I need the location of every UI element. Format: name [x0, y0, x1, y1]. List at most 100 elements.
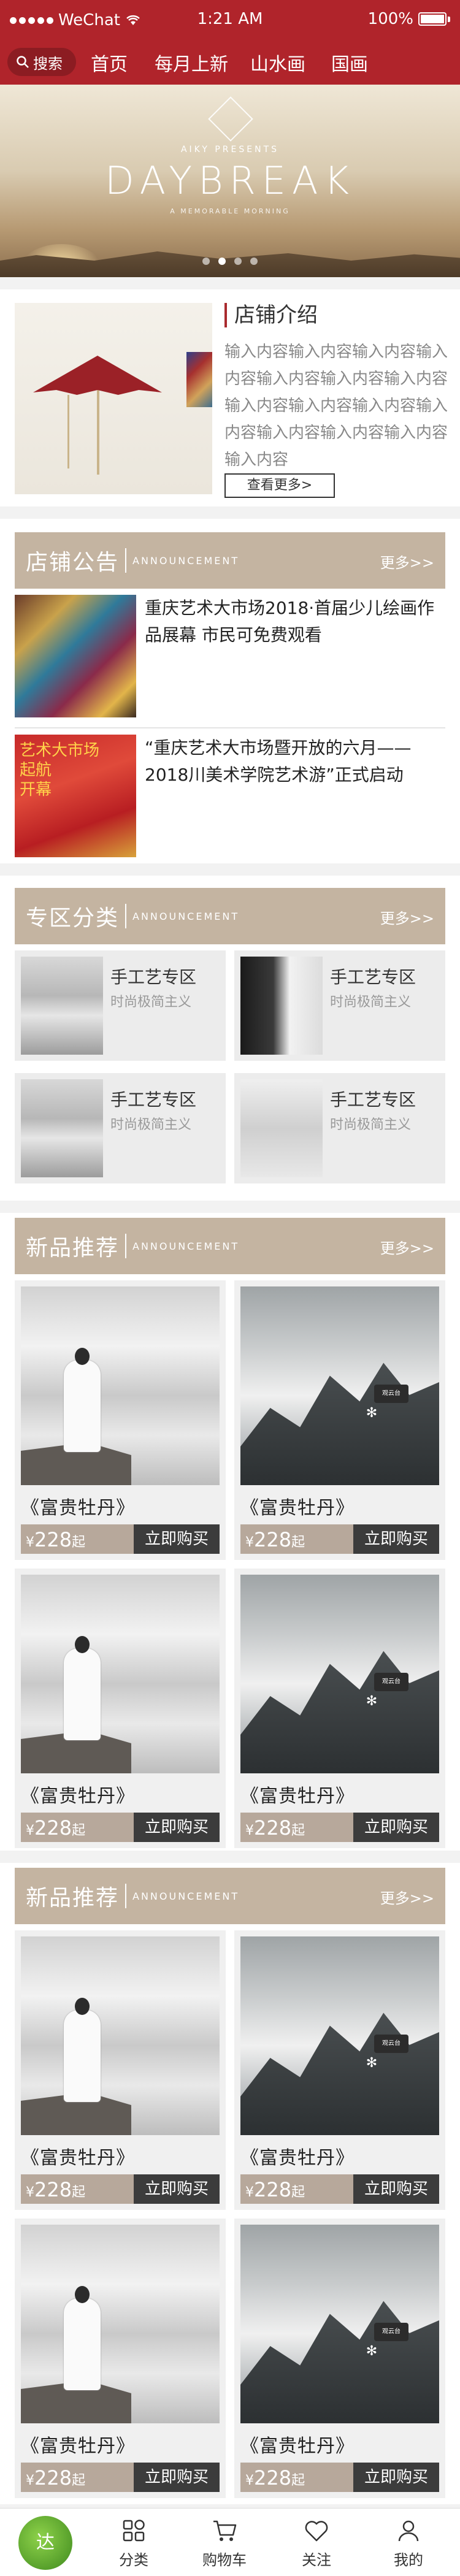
product-name: 《富贵牡丹》	[21, 2436, 135, 2457]
search-button[interactable]: 搜索	[7, 48, 76, 76]
product-image	[21, 1575, 220, 1773]
buy-now-button[interactable]: 立即购买	[353, 1524, 439, 1554]
zone-card[interactable]: 手工艺专区 时尚极简主义	[15, 950, 226, 1061]
battery-icon	[418, 12, 447, 26]
banner-emblem	[208, 96, 253, 142]
zone-image	[240, 1079, 323, 1177]
zone-card[interactable]: 手工艺专区 时尚极简主义	[234, 1073, 445, 1183]
buy-now-button[interactable]: 立即购买	[353, 1813, 439, 1842]
hero-banner[interactable]: AIKY PRESENTS DAYBREAK A MEMORABLE MORNI…	[0, 85, 460, 277]
nav-landscape[interactable]: 山水画	[250, 49, 305, 76]
product-card[interactable]: 《富贵牡丹》 ¥228起 立即购买	[15, 1930, 226, 2210]
banner-dot[interactable]	[202, 258, 210, 265]
news-image[interactable]	[15, 595, 136, 717]
user-icon	[398, 2520, 419, 2542]
zone-section: 专区分类 ANNOUNCEMENT 更多>> 手工艺专区 时尚极简主义 手工艺专…	[0, 876, 460, 1201]
tab-category[interactable]: 分类	[97, 2516, 171, 2569]
zone-card[interactable]: 手工艺专区 时尚极简主义	[234, 950, 445, 1061]
tab-cart[interactable]: 购物车	[188, 2516, 261, 2569]
shop-description: 输入内容输入内容输入内容输入内容输入内容输入内容输入内容输入内容输入内容输入内容…	[224, 343, 448, 469]
more-link[interactable]: 更多>>	[380, 1886, 434, 1908]
section-subtitle: ANNOUNCEMENT	[132, 554, 240, 567]
zone-name: 手工艺专区	[110, 1090, 197, 1110]
buy-now-button[interactable]: 立即购买	[134, 2463, 220, 2492]
product-image: 观云台 ✻	[240, 1936, 439, 2135]
product-card[interactable]: 《富贵牡丹》 ¥228起 立即购买	[15, 2219, 226, 2498]
product-price: ¥228起	[26, 2466, 86, 2490]
product-card[interactable]: 观云台 ✻ 《富贵牡丹》 ¥228起 立即购买	[234, 1280, 445, 1560]
product-price: ¥228起	[26, 1816, 86, 1840]
product-name: 《富贵牡丹》	[240, 1497, 355, 1519]
product-card[interactable]: 观云台 ✻ 《富贵牡丹》 ¥228起 立即购买	[234, 2219, 445, 2498]
banner-dot-active[interactable]	[218, 258, 226, 265]
nav-monthly-new[interactable]: 每月上新	[155, 49, 228, 76]
status-bar: WeChat 1:21 AM 100%	[0, 0, 460, 39]
banner-dot[interactable]	[250, 258, 258, 265]
shop-intro-card: 店铺介绍 输入内容输入内容输入内容输入内容输入内容输入内容输入内容输入内容输入内…	[0, 289, 460, 506]
product-card[interactable]: 《富贵牡丹》 ¥228起 立即购买	[15, 1569, 226, 1848]
section-subtitle: ANNOUNCEMENT	[132, 1240, 240, 1252]
nav-chinese-painting[interactable]: 国画	[331, 49, 368, 76]
tab-label: 分类	[119, 2551, 148, 2569]
zone-card[interactable]: 手工艺专区 时尚极简主义	[15, 1073, 226, 1183]
product-image	[21, 1286, 220, 1485]
grid-icon	[123, 2520, 145, 2542]
tab-follow[interactable]: 关注	[280, 2516, 353, 2569]
banner-pagination	[0, 258, 460, 265]
more-link[interactable]: 更多>>	[380, 551, 434, 572]
section-title: 新品推荐	[26, 1236, 120, 1261]
buy-now-button[interactable]: 立即购买	[353, 2174, 439, 2204]
product-name: 《富贵牡丹》	[21, 2147, 135, 2169]
notice-header: 店铺公告 ANNOUNCEMENT 更多>>	[15, 532, 445, 589]
new-products-header: 新品推荐 ANNOUNCEMENT 更多>>	[15, 1868, 445, 1924]
home-logo-button[interactable]: 达	[18, 2516, 72, 2570]
product-image: 观云台 ✻	[240, 1286, 439, 1485]
new-products-section: 新品推荐 ANNOUNCEMENT 更多>> 《富贵牡丹》 ¥228起 立即购买…	[0, 1213, 460, 1851]
shop-image	[15, 303, 212, 494]
product-name: 《富贵牡丹》	[240, 2147, 355, 2169]
product-price: ¥228起	[245, 1816, 305, 1840]
heart-icon	[305, 2521, 328, 2542]
product-name: 《富贵牡丹》	[21, 1497, 135, 1519]
nav-home[interactable]: 首页	[91, 49, 128, 76]
product-card[interactable]: 观云台 ✻ 《富贵牡丹》 ¥228起 立即购买	[234, 1569, 445, 1848]
product-card[interactable]: 观云台 ✻ 《富贵牡丹》 ¥228起 立即购买	[234, 1930, 445, 2210]
zone-header: 专区分类 ANNOUNCEMENT 更多>>	[15, 888, 445, 944]
section-title: 专区分类	[26, 906, 120, 931]
product-name: 《富贵牡丹》	[240, 1786, 355, 1807]
section-subtitle: ANNOUNCEMENT	[132, 1890, 240, 1902]
more-link[interactable]: 更多>>	[380, 906, 434, 928]
tab-label: 关注	[302, 2551, 331, 2569]
banner-dot[interactable]	[234, 258, 242, 265]
product-card[interactable]: 《富贵牡丹》 ¥228起 立即购买	[15, 1280, 226, 1560]
more-link[interactable]: 更多>>	[380, 1236, 434, 1258]
buy-now-button[interactable]: 立即购买	[134, 1524, 220, 1554]
news-image[interactable]: 艺术大市场 起航 开幕	[15, 735, 136, 857]
cart-icon	[213, 2520, 237, 2541]
shop-title: 店铺介绍	[224, 303, 448, 327]
tab-mine[interactable]: 我的	[372, 2516, 445, 2569]
news-item[interactable]: “重庆艺术大市场暨开放的六月——2018川美术学院艺术游”正式启动	[145, 735, 445, 789]
zone-name: 手工艺专区	[110, 967, 197, 987]
notice-section: 店铺公告 ANNOUNCEMENT 更多>> 重庆艺术大市场2018·首届少儿绘…	[0, 519, 460, 863]
battery-status: 100%	[368, 10, 450, 28]
banner-title: DAYBREAK	[104, 158, 356, 203]
tab-label: 我的	[394, 2551, 423, 2569]
bottom-tab-bar: 达 分类 购物车 关注 我的	[0, 2508, 460, 2576]
section-subtitle: ANNOUNCEMENT	[132, 910, 240, 922]
zone-image	[21, 957, 103, 1055]
product-price: ¥228起	[26, 1528, 86, 1551]
new-products-section: 新品推荐 ANNOUNCEMENT 更多>> 《富贵牡丹》 ¥228起 立即购买…	[0, 1863, 460, 2504]
product-price: ¥228起	[26, 2178, 86, 2201]
zone-desc: 时尚极简主义	[110, 995, 192, 1010]
product-name: 《富贵牡丹》	[21, 1786, 135, 1807]
zone-desc: 时尚极简主义	[330, 995, 412, 1010]
banner-presents: AIKY PRESENTS	[180, 145, 280, 155]
view-more-button[interactable]: 查看更多>	[224, 473, 335, 498]
buy-now-button[interactable]: 立即购买	[353, 2463, 439, 2492]
product-image: 观云台 ✻	[240, 1575, 439, 1773]
product-price: ¥228起	[245, 2178, 305, 2201]
buy-now-button[interactable]: 立即购买	[134, 1813, 220, 1842]
buy-now-button[interactable]: 立即购买	[134, 2174, 220, 2204]
news-item[interactable]: 重庆艺术大市场2018·首届少儿绘画作品展幕 市民可免费观看	[145, 595, 445, 649]
